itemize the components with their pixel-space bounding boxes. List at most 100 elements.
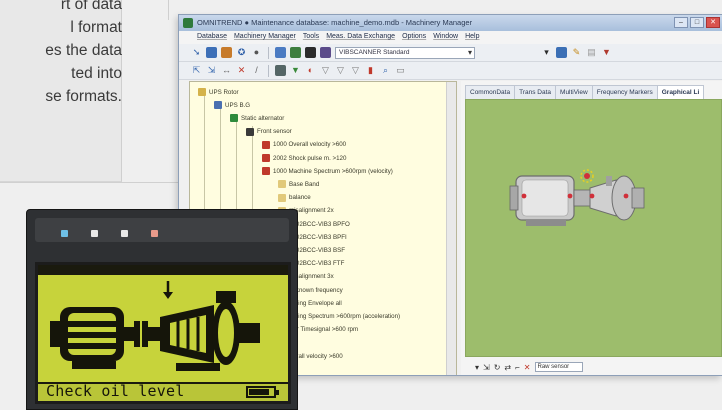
coupling — [573, 189, 591, 207]
lcd-pump-inlet — [216, 291, 236, 303]
tab-trans-data[interactable]: Trans Data — [514, 85, 557, 99]
tree-item-label: UPS B.G — [225, 101, 251, 109]
motor-endcap — [509, 185, 519, 211]
pointer-icon[interactable]: ⇲ — [483, 363, 490, 372]
delete-icon[interactable]: ✕ — [524, 363, 531, 372]
sensor-marker[interactable] — [623, 193, 629, 199]
menu-tools[interactable]: Tools — [303, 33, 319, 44]
folder-icon — [198, 88, 206, 96]
lcd-motor-base — [72, 361, 116, 369]
main-toolbar: ➘ ✪ ● VIBSCANNER Standard ▾ ✎ ▤ ▼ — [179, 44, 722, 62]
sensor-icon — [246, 127, 254, 136]
filter-icon[interactable]: ▼ — [601, 47, 612, 58]
edit-icon[interactable]: / — [251, 65, 262, 76]
delete-icon[interactable]: ✕ — [236, 65, 247, 76]
window-titlebar[interactable]: OMNITREND ● Maintenance database: machin… — [179, 15, 722, 31]
menu-meas-data-exchange[interactable]: Meas. Data Exchange — [326, 33, 395, 44]
pump-motor-icon — [50, 281, 260, 371]
tree-scrollbar[interactable] — [446, 82, 456, 375]
lcd-top-bar — [38, 265, 288, 275]
route-icon[interactable]: ✪ — [236, 47, 247, 58]
maximize-button[interactable]: □ — [690, 17, 704, 28]
filter-green-icon[interactable]: ▼ — [290, 65, 301, 76]
window-title: OMNITREND ● Maintenance database: machin… — [197, 18, 473, 27]
link-icon[interactable]: ⌐ — [515, 363, 520, 372]
lcd-pump-casing-inner — [218, 309, 234, 357]
menu-machinery-manager[interactable]: Machinery Manager — [234, 33, 296, 44]
close-button[interactable]: ✕ — [706, 17, 720, 28]
wrench-icon[interactable]: ✎ — [571, 47, 582, 58]
menu-help[interactable]: Help — [465, 33, 479, 44]
sensor-field[interactable]: Raw sensor — [534, 362, 583, 372]
rotate-icon[interactable]: ↻ — [494, 363, 501, 372]
device-icon[interactable] — [305, 47, 316, 58]
article-text-line: se formats. — [45, 88, 122, 105]
handheld-device: Check oil level — [26, 209, 298, 410]
status-led — [91, 230, 98, 237]
sensor-marker[interactable] — [589, 193, 595, 199]
tree-item[interactable]: Base Band — [278, 178, 319, 190]
tree-item[interactable]: 2002 Shock pulse m. >120 — [262, 152, 346, 164]
tree-item[interactable]: UPS Rotor — [198, 86, 239, 98]
status-led — [151, 230, 158, 237]
print-icon[interactable]: ▤ — [586, 47, 597, 58]
lcd-arrow-down-icon — [163, 292, 173, 299]
sensor-marker[interactable] — [567, 193, 573, 199]
tree-item[interactable]: balance — [278, 192, 311, 204]
lcd-coupling — [142, 321, 148, 347]
tree-item-label: balance — [289, 194, 311, 202]
battery-icon — [246, 386, 279, 398]
move-icon[interactable]: ↔ — [221, 65, 232, 76]
graphic-toolbar: ▾ ⇲ ↻ ⇄ ⌐ ✕ Raw sensor — [465, 359, 722, 375]
tree-item[interactable]: UPS B.G — [214, 99, 250, 111]
table-icon[interactable] — [290, 47, 301, 58]
grid-icon[interactable] — [275, 47, 286, 58]
tree-down-icon[interactable]: ⇲ — [206, 65, 217, 76]
filter-grey-2-icon[interactable]: ▽ — [335, 65, 346, 76]
record-icon[interactable]: ● — [251, 47, 262, 58]
article-text-line: l format — [70, 19, 122, 36]
doc-icon — [278, 180, 286, 189]
menu-options[interactable]: Options — [402, 33, 426, 44]
new-icon[interactable]: ➘ — [191, 47, 202, 58]
lcd-status-message: Check oil level — [46, 382, 185, 400]
filter-grey-icon[interactable]: ▽ — [320, 65, 331, 76]
secondary-toolbar: ⇱ ⇲ ↔ ✕ / ▼ ◐ ▽ ▽ ▽ ▮ ⌕ ▭ — [179, 62, 722, 80]
filter-grey-3-icon[interactable]: ▽ — [350, 65, 361, 76]
copy-icon[interactable] — [221, 47, 232, 58]
move-icon[interactable]: ⇄ — [504, 363, 511, 372]
menu-window[interactable]: Window — [433, 33, 458, 44]
database-icon[interactable] — [206, 47, 217, 58]
arrow-icon[interactable]: ▾ — [475, 363, 479, 372]
menu-database[interactable]: Database — [197, 33, 227, 44]
device-lcd-screen: Check oil level — [35, 262, 291, 404]
selected-sensor-marker[interactable] — [584, 173, 590, 179]
marker-icon[interactable]: ▮ — [365, 65, 376, 76]
chart-icon[interactable]: ▭ — [395, 65, 406, 76]
tree-up-icon[interactable]: ⇱ — [191, 65, 202, 76]
tree-item[interactable]: Static alternator — [230, 112, 284, 124]
tree-item[interactable]: 1000 Overall velocity >600 — [262, 139, 346, 151]
tab-graphical-layout[interactable]: Graphical Li — [656, 85, 705, 99]
search-icon[interactable]: ⌕ — [380, 65, 391, 76]
instrument-icon[interactable] — [320, 47, 331, 58]
tree-item[interactable]: 1000 Machine Spectrum >600rpm (velocity) — [262, 165, 393, 177]
window-controls: – □ ✕ — [674, 17, 720, 28]
dropdown-icon[interactable]: ▾ — [541, 47, 552, 58]
properties-icon[interactable] — [275, 65, 286, 76]
article-text-line: es the data — [45, 42, 122, 59]
tab-frequency-markers[interactable]: Frequency Markers — [591, 85, 658, 99]
minimize-button[interactable]: – — [674, 17, 688, 28]
device-select[interactable]: VIBSCANNER Standard — [335, 46, 475, 59]
tree-item-label: 1000 Overall velocity >600 — [273, 141, 347, 149]
sensor-marker[interactable] — [521, 193, 527, 199]
machine-icon — [214, 101, 222, 110]
transfer-icon[interactable] — [556, 47, 567, 58]
tree-item[interactable]: Front sensor — [246, 126, 292, 138]
alarm-icon[interactable]: ◐ — [305, 65, 316, 76]
tab-multiview[interactable]: MultiView — [555, 85, 593, 99]
tab-common-data[interactable]: CommonData — [465, 85, 516, 99]
lcd-motor-fin — [68, 343, 116, 349]
tree-item-label: 2002BCC-VIB3 BPFO — [289, 220, 350, 228]
machine-graphic-canvas[interactable] — [465, 99, 722, 357]
